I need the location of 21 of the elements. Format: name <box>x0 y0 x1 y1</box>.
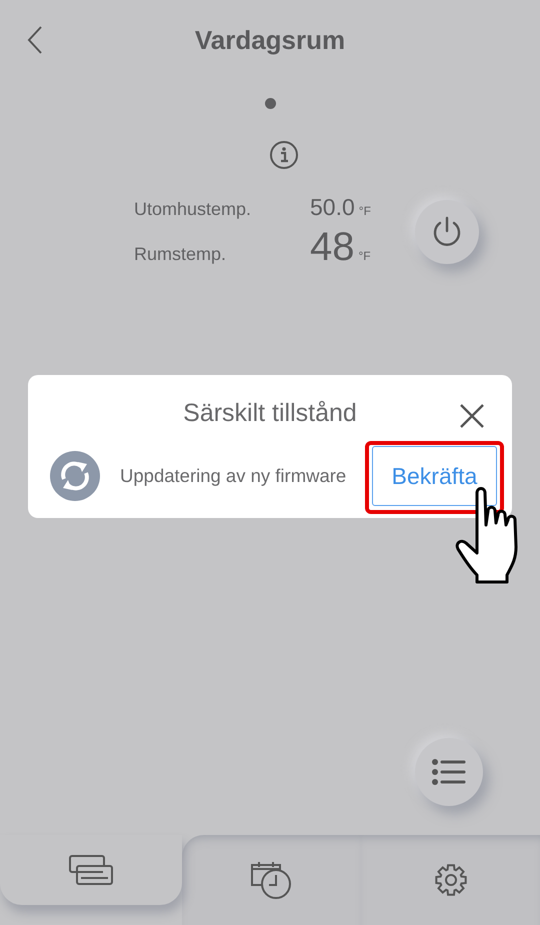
stacked-units-icon <box>69 855 113 885</box>
nav-tab[interactable] <box>182 835 361 925</box>
nav-tab[interactable] <box>0 835 182 905</box>
page-dot <box>264 98 276 109</box>
close-button[interactable] <box>459 403 485 429</box>
settings-icon <box>434 863 468 897</box>
power-icon <box>432 216 462 248</box>
unit-label: °F <box>358 204 371 218</box>
dialog-title: Särskilt tillstånd <box>182 399 358 428</box>
temperature-value: 50.0 <box>310 194 355 221</box>
calendar-clock-icon <box>250 860 294 900</box>
temperature-label: Rumstemp. <box>134 244 228 265</box>
sync-icon <box>50 451 100 501</box>
confirm-button[interactable]: Bekräfta <box>372 446 497 506</box>
unit-label: °F <box>358 249 371 263</box>
temperature-label: Utomhustemp. <box>134 199 252 220</box>
list-icon <box>432 758 466 786</box>
temperature-value: 48 <box>310 225 354 270</box>
info-icon[interactable] <box>269 140 299 170</box>
room-title: Vardagsrum <box>194 24 346 56</box>
dialog-message: Uppdatering av ny firmware <box>120 465 346 487</box>
